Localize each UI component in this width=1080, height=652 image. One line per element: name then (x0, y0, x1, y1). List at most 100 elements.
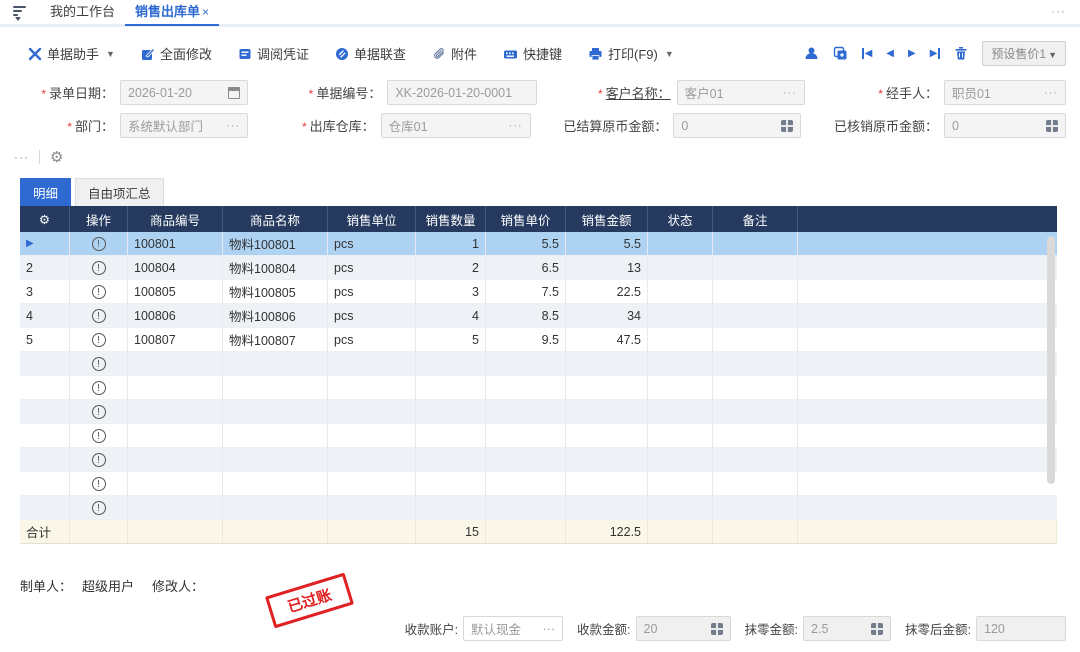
cell-product-code[interactable] (128, 472, 223, 495)
expand-more-dots-icon[interactable]: ··· (14, 150, 29, 164)
cell-sales-unit[interactable] (328, 496, 416, 519)
info-circle-icon[interactable]: ! (92, 261, 106, 275)
cell-sales-unit[interactable]: pcs (328, 256, 416, 279)
cell-remark[interactable] (713, 352, 798, 375)
cell-sales-price[interactable] (486, 472, 566, 495)
trash-icon[interactable] (954, 46, 968, 61)
cell-product-name[interactable] (223, 472, 328, 495)
row-number-cell[interactable]: 5 (20, 328, 70, 351)
tab-close-icon[interactable]: × (202, 5, 209, 19)
cell-sales-unit[interactable] (328, 352, 416, 375)
customer-field[interactable]: 客户01··· (677, 80, 805, 105)
lookup-dots-icon[interactable]: ··· (1044, 87, 1058, 99)
row-operation-cell[interactable]: ! (70, 304, 128, 327)
rounding-amount-field[interactable]: 2.5 (803, 616, 891, 641)
cell-product-name[interactable]: 物料100806 (223, 304, 328, 327)
row-operation-cell[interactable]: ! (70, 256, 128, 279)
cell-status[interactable] (648, 328, 713, 351)
col-header-sales-price[interactable]: 销售单价 (486, 206, 566, 232)
doc-no-field[interactable]: XK-2026-01-20-0001 (387, 80, 537, 105)
cell-product-code[interactable]: 100805 (128, 280, 223, 303)
cell-sales-price[interactable] (486, 376, 566, 399)
cell-sales-price[interactable] (486, 424, 566, 447)
cell-sales-price[interactable]: 7.5 (486, 280, 566, 303)
table-row[interactable]: 5!100807物料100807pcs59.547.5 (20, 328, 1057, 352)
row-number-cell[interactable] (20, 352, 70, 375)
cell-product-code[interactable]: 100804 (128, 256, 223, 279)
cell-product-code[interactable] (128, 352, 223, 375)
cell-status[interactable] (648, 376, 713, 399)
cell-product-name[interactable]: 物料100804 (223, 256, 328, 279)
cell-sales-unit[interactable]: pcs (328, 280, 416, 303)
calculator-icon[interactable] (781, 120, 793, 132)
doc-link-check-button[interactable]: 单据联查 (335, 44, 406, 63)
table-row[interactable]: ▶!100801物料100801pcs15.55.5 (20, 232, 1057, 256)
cell-product-name[interactable] (223, 376, 328, 399)
info-circle-icon[interactable]: ! (92, 453, 106, 467)
table-row[interactable]: ! (20, 424, 1057, 448)
info-circle-icon[interactable]: ! (92, 237, 106, 251)
info-circle-icon[interactable]: ! (92, 501, 106, 515)
writeoff-amount-field[interactable]: 0 (944, 113, 1066, 138)
row-number-cell[interactable] (20, 424, 70, 447)
cell-sales-amount[interactable] (566, 376, 648, 399)
cell-sales-amount[interactable] (566, 400, 648, 423)
cell-remark[interactable] (713, 256, 798, 279)
entry-date-field[interactable]: 2026-01-20 (120, 80, 248, 105)
cell-remark[interactable] (713, 424, 798, 447)
info-circle-icon[interactable]: ! (92, 477, 106, 491)
settled-amount-field[interactable]: 0 (673, 113, 801, 138)
print-button[interactable]: 打印(F9)▼ (588, 44, 674, 63)
cell-status[interactable] (648, 280, 713, 303)
table-row[interactable]: ! (20, 352, 1057, 376)
cell-product-code[interactable] (128, 496, 223, 519)
warehouse-field[interactable]: 仓库01··· (381, 113, 531, 138)
row-operation-cell[interactable]: ! (70, 472, 128, 495)
row-number-cell[interactable]: 4 (20, 304, 70, 327)
cell-remark[interactable] (713, 304, 798, 327)
grid-settings-gear-icon[interactable]: ⚙ (20, 206, 70, 232)
cell-sales-qty[interactable]: 5 (416, 328, 486, 351)
cell-product-name[interactable]: 物料100801 (223, 232, 328, 255)
cell-remark[interactable] (713, 496, 798, 519)
after-rounding-amount-field[interactable]: 120 (976, 616, 1066, 641)
lookup-dots-icon[interactable]: ··· (509, 120, 523, 132)
cell-product-name[interactable] (223, 352, 328, 375)
cell-sales-amount[interactable]: 34 (566, 304, 648, 327)
cell-sales-price[interactable]: 9.5 (486, 328, 566, 351)
info-circle-icon[interactable]: ! (92, 381, 106, 395)
col-header-product-name[interactable]: 商品名称 (223, 206, 328, 232)
col-header-sales-qty[interactable]: 销售数量 (416, 206, 486, 232)
row-number-cell[interactable]: 2 (20, 256, 70, 279)
more-options-icon[interactable]: ··· (1051, 4, 1066, 18)
cell-sales-price[interactable] (486, 400, 566, 423)
cell-sales-price[interactable]: 6.5 (486, 256, 566, 279)
table-row[interactable]: 2!100804物料100804pcs26.513 (20, 256, 1057, 280)
cell-sales-price[interactable]: 5.5 (486, 232, 566, 255)
cell-sales-qty[interactable]: 3 (416, 280, 486, 303)
payment-account-field[interactable]: 默认现金··· (463, 616, 563, 641)
cell-sales-unit[interactable] (328, 472, 416, 495)
cell-sales-amount[interactable] (566, 424, 648, 447)
cell-sales-amount[interactable]: 5.5 (566, 232, 648, 255)
customer-label[interactable]: *客户名称： (571, 83, 671, 102)
cell-status[interactable] (648, 472, 713, 495)
cell-product-code[interactable]: 100806 (128, 304, 223, 327)
cell-sales-unit[interactable] (328, 448, 416, 471)
row-operation-cell[interactable]: ! (70, 352, 128, 375)
cell-sales-unit[interactable]: pcs (328, 304, 416, 327)
col-header-sales-unit[interactable]: 销售单位 (328, 206, 416, 232)
info-circle-icon[interactable]: ! (92, 333, 106, 347)
lookup-dots-icon[interactable]: ··· (543, 622, 556, 636)
cell-status[interactable] (648, 400, 713, 423)
cell-sales-amount[interactable] (566, 352, 648, 375)
last-record-icon[interactable]: ▶ (930, 48, 941, 59)
cell-product-code[interactable]: 100801 (128, 232, 223, 255)
cell-sales-qty[interactable] (416, 472, 486, 495)
cell-remark[interactable] (713, 448, 798, 471)
cell-status[interactable] (648, 424, 713, 447)
row-operation-cell[interactable]: ! (70, 424, 128, 447)
calculator-icon[interactable] (711, 623, 723, 635)
table-row[interactable]: 3!100805物料100805pcs37.522.5 (20, 280, 1057, 304)
info-circle-icon[interactable]: ! (92, 405, 106, 419)
